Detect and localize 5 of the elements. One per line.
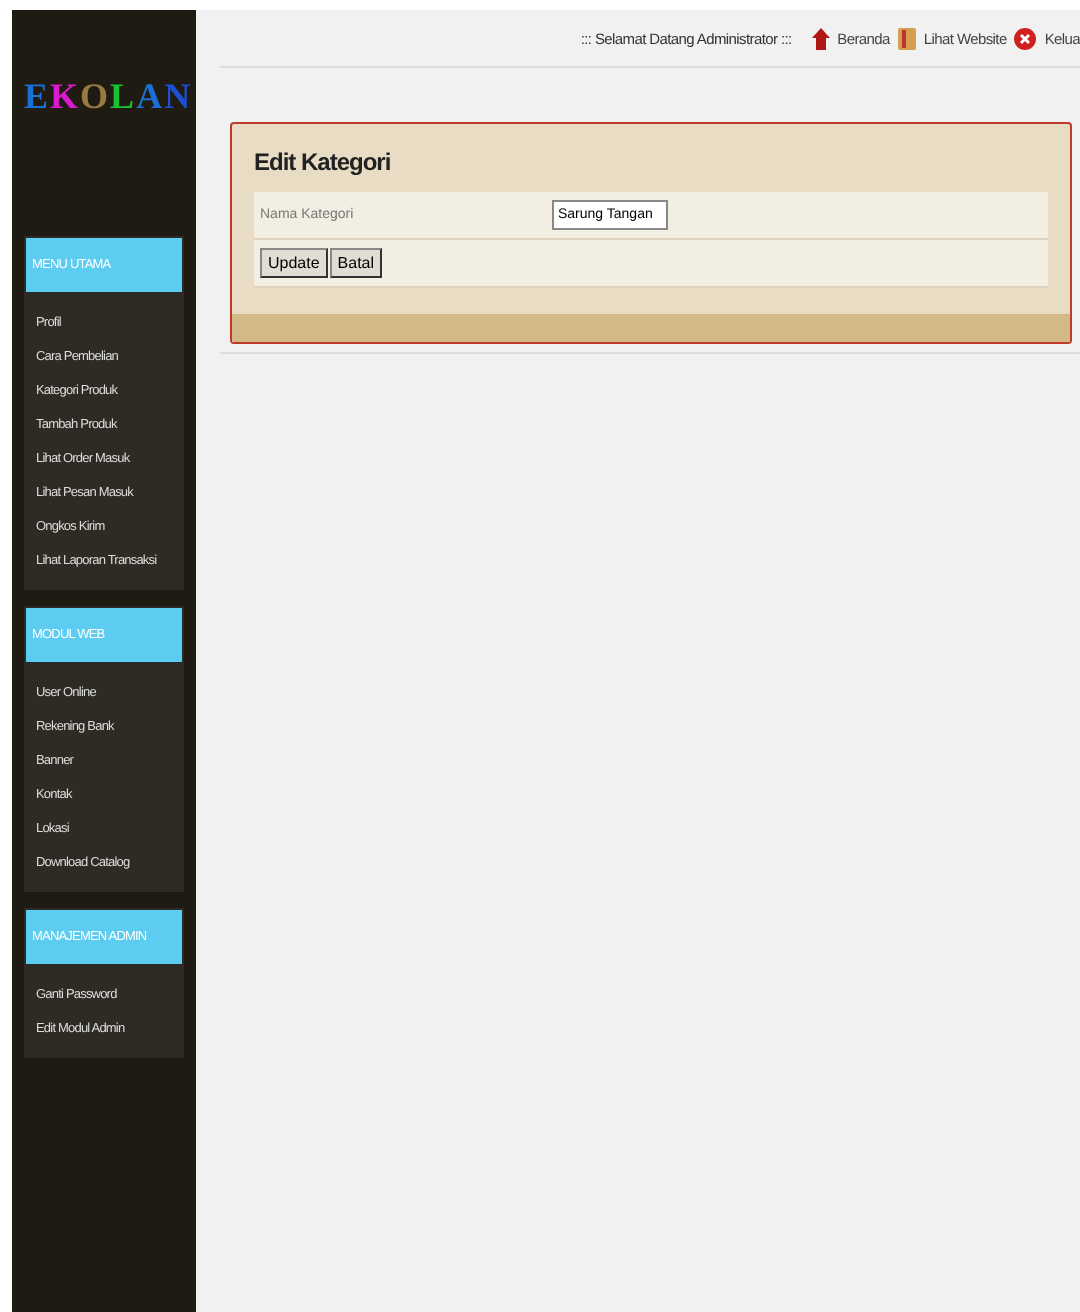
exit-icon — [1014, 27, 1037, 49]
panel-title: Edit Kategori — [252, 146, 393, 180]
house-icon — [811, 27, 830, 49]
form-button[interactable]: Batal — [329, 248, 383, 278]
form-button[interactable]: Update — [260, 248, 328, 278]
